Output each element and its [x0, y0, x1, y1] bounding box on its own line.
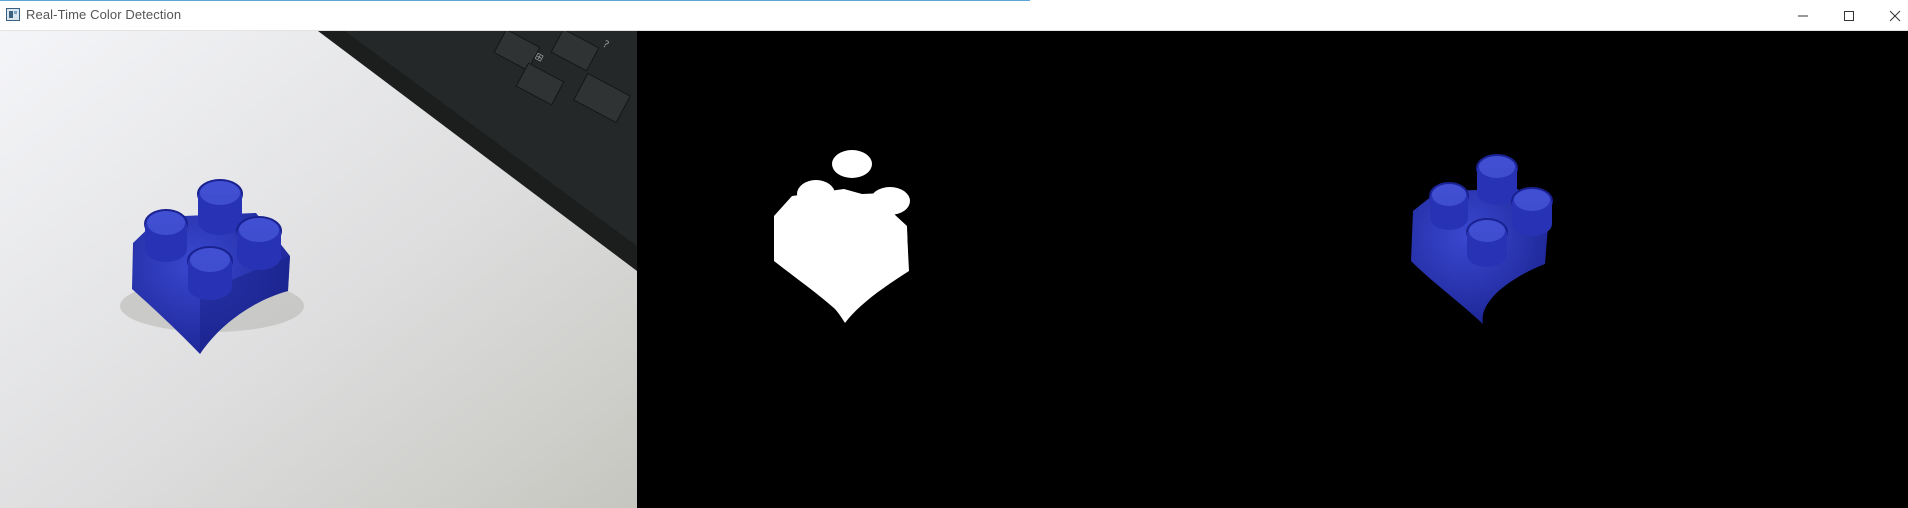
maximize-button[interactable] — [1826, 0, 1872, 31]
title-bar[interactable]: Real-Time Color Detection — [0, 0, 1908, 31]
maximize-icon — [1844, 10, 1854, 21]
close-button[interactable] — [1872, 0, 1908, 31]
binary-mask — [637, 31, 1273, 508]
close-icon — [1889, 10, 1901, 21]
minimize-button[interactable] — [1780, 0, 1826, 31]
app-icon — [6, 8, 20, 21]
title-bar-accent — [0, 0, 1030, 1]
original-camera-frame: ⊞ ? — [0, 31, 637, 508]
minimize-icon — [1798, 15, 1808, 16]
app-window: Real-Time Color Detection ⊞ ? — [0, 0, 1908, 508]
isolated-blue-brick — [1411, 154, 1553, 324]
masked-result — [1273, 31, 1908, 508]
video-panes: ⊞ ? — [0, 31, 1908, 508]
mask-silhouette — [774, 150, 910, 323]
window-title: Real-Time Color Detection — [26, 7, 182, 22]
